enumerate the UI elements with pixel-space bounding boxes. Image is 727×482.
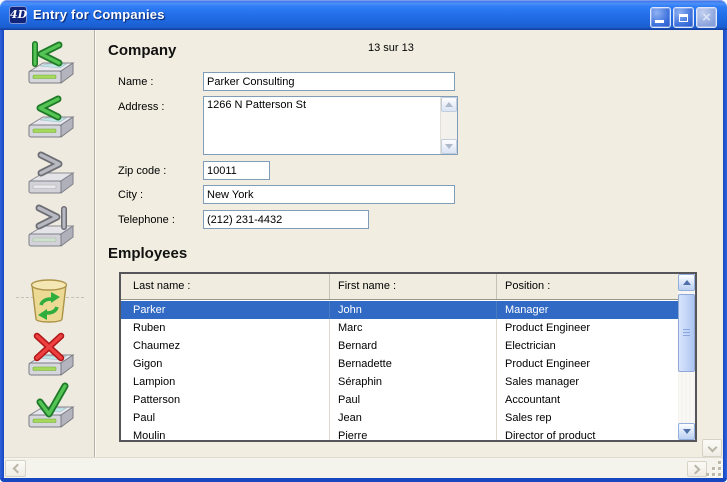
table-row[interactable]: PaulJeanSales rep	[121, 409, 678, 427]
scroll-up-icon	[445, 102, 453, 107]
table-cell: Manager	[497, 301, 678, 319]
table-cell: Moulin	[121, 427, 330, 440]
table-cell: Marc	[330, 319, 497, 337]
table-scroll-down-button[interactable]	[678, 423, 695, 440]
validate-check-icon	[20, 382, 82, 436]
table-scroll-up-button[interactable]	[678, 274, 695, 291]
validate-button[interactable]	[20, 382, 82, 436]
address-scroll-down-button[interactable]	[441, 139, 457, 154]
chevron-right-icon	[691, 464, 701, 474]
employees-table-header: Last name : First name : Position :	[121, 274, 678, 300]
table-row[interactable]: ParkerJohnManager	[121, 301, 678, 319]
table-cell: Bernadette	[330, 355, 497, 373]
employees-scrollbar[interactable]	[678, 274, 695, 440]
close-icon: ×	[702, 10, 711, 25]
table-cell: Patterson	[121, 391, 330, 409]
city-label: City :	[118, 189, 143, 201]
cancel-button[interactable]	[20, 330, 82, 384]
table-cell: Product Engineer	[497, 355, 678, 373]
horizontal-scroll-strip	[4, 457, 723, 478]
window-resize-grip[interactable]	[706, 461, 723, 477]
table-cell: Paul	[121, 409, 330, 427]
table-cell: Gigon	[121, 355, 330, 373]
table-row[interactable]: GigonBernadetteProduct Engineer	[121, 355, 678, 373]
cancel-x-icon	[20, 330, 82, 384]
table-cell: Sales rep	[497, 409, 678, 427]
city-field[interactable]	[203, 185, 455, 204]
last-record-icon	[20, 201, 82, 255]
first-record-icon	[20, 38, 82, 92]
window-scroll-right-button[interactable]	[687, 461, 707, 477]
first-record-button[interactable]	[20, 38, 82, 92]
address-scroll-up-button[interactable]	[441, 97, 457, 112]
table-cell: Sales manager	[497, 373, 678, 391]
trash-recycle-icon	[20, 275, 82, 329]
address-label: Address :	[118, 101, 164, 113]
next-record-icon	[20, 148, 82, 202]
employees-section-heading: Employees	[108, 245, 187, 262]
column-header-last-name[interactable]: Last name :	[121, 274, 330, 299]
table-cell: Director of product	[497, 427, 678, 440]
table-cell: Paul	[330, 391, 497, 409]
telephone-field[interactable]	[203, 210, 369, 229]
table-cell: Electrician	[497, 337, 678, 355]
table-cell: Accountant	[497, 391, 678, 409]
table-row[interactable]: RubenMarcProduct Engineer	[121, 319, 678, 337]
close-button[interactable]: ×	[696, 7, 717, 28]
window-border-bottom	[0, 478, 727, 482]
window-scroll-down-button[interactable]	[702, 439, 722, 457]
maximize-icon	[679, 14, 688, 22]
table-cell: Séraphin	[330, 373, 497, 391]
table-scrollbar-thumb[interactable]	[678, 294, 695, 372]
minimize-button[interactable]	[650, 7, 671, 28]
company-section-heading: Company	[108, 42, 176, 59]
chevron-left-icon	[12, 464, 22, 474]
table-cell: Product Engineer	[497, 319, 678, 337]
address-scrollbar[interactable]	[440, 97, 457, 154]
zip-field[interactable]	[203, 161, 270, 180]
table-cell: John	[330, 301, 497, 319]
table-row[interactable]: LampionSéraphinSales manager	[121, 373, 678, 391]
name-field[interactable]	[203, 72, 455, 91]
window-title: Entry for Companies	[33, 7, 165, 22]
maximize-button[interactable]	[673, 7, 694, 28]
minimize-icon	[655, 20, 664, 23]
previous-record-button[interactable]	[20, 92, 82, 146]
next-record-button[interactable]	[20, 148, 82, 202]
scrollbar-grip-icon	[683, 329, 690, 338]
table-cell: Chaumez	[121, 337, 330, 355]
scroll-up-icon	[683, 280, 691, 285]
table-cell: Jean	[330, 409, 497, 427]
last-record-button[interactable]	[20, 201, 82, 255]
table-cell: Pierre	[330, 427, 497, 440]
scroll-down-icon	[445, 144, 453, 149]
address-text: 1266 N Patterson St	[207, 99, 439, 112]
scroll-down-icon	[683, 429, 691, 434]
table-cell: Parker	[121, 301, 330, 319]
record-toolbar	[4, 30, 95, 478]
address-field[interactable]: 1266 N Patterson St	[203, 96, 458, 155]
record-counter: 13 sur 13	[368, 42, 414, 54]
employee-rows: ParkerJohnManagerRubenMarcProduct Engine…	[121, 301, 678, 440]
column-header-position[interactable]: Position :	[497, 274, 678, 299]
zip-label: Zip code :	[118, 165, 166, 177]
window-scroll-left-button[interactable]	[5, 460, 26, 477]
delete-record-button[interactable]	[20, 275, 82, 329]
column-header-first-name[interactable]: First name :	[330, 274, 497, 299]
titlebar[interactable]: 4D Entry for Companies ×	[0, 0, 727, 30]
table-row[interactable]: ChaumezBernardElectrician	[121, 337, 678, 355]
employees-table: Last name : First name : Position : Park…	[119, 272, 697, 442]
window-border-right	[723, 30, 727, 478]
app-logo-icon: 4D	[9, 6, 27, 24]
telephone-label: Telephone :	[118, 214, 175, 226]
table-cell: Lampion	[121, 373, 330, 391]
table-row[interactable]: PattersonPaulAccountant	[121, 391, 678, 409]
table-cell: Ruben	[121, 319, 330, 337]
table-row[interactable]: MoulinPierreDirector of product	[121, 427, 678, 440]
previous-record-icon	[20, 92, 82, 146]
table-cell: Bernard	[330, 337, 497, 355]
chevron-down-icon	[707, 442, 717, 452]
name-label: Name :	[118, 76, 153, 88]
